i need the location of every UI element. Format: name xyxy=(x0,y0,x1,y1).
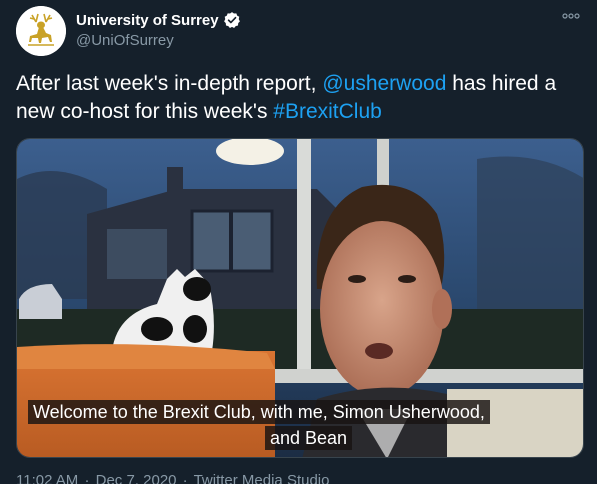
verified-badge-icon xyxy=(223,12,240,29)
tweet-text: After last week's in-depth report, @ushe… xyxy=(16,70,581,126)
stag-logo-icon xyxy=(16,6,66,56)
name-row: University of Surrey xyxy=(76,11,241,29)
tweet-time[interactable]: 11:02 AM xyxy=(16,472,78,484)
avatar[interactable] xyxy=(16,6,66,56)
mention-link[interactable]: @usherwood xyxy=(322,72,446,95)
meta-separator: · xyxy=(182,472,188,484)
tweet-text-part1: After last week's in-depth report, xyxy=(16,72,323,95)
tweet-header: University of Surrey @UniOfSurrey xyxy=(16,6,581,58)
caption-line-2: and Bean xyxy=(265,426,353,450)
hashtag-link[interactable]: #BrexitClub xyxy=(273,100,382,123)
caption-line-1: Welcome to the Brexit Club, with me, Sim… xyxy=(28,400,490,424)
more-options-icon[interactable] xyxy=(561,6,581,26)
display-name[interactable]: University of Surrey xyxy=(76,12,219,29)
tweet-date[interactable]: Dec 7, 2020 xyxy=(96,472,177,484)
tweet-source[interactable]: Twitter Media Studio xyxy=(194,472,330,484)
handle[interactable]: @UniOfSurrey xyxy=(76,32,174,49)
video-player[interactable]: Welcome to the Brexit Club, with me, Sim… xyxy=(16,138,584,458)
meta-separator: · xyxy=(84,472,90,484)
tweet-meta: 11:02 AM · Dec 7, 2020 · Twitter Media S… xyxy=(16,472,329,484)
